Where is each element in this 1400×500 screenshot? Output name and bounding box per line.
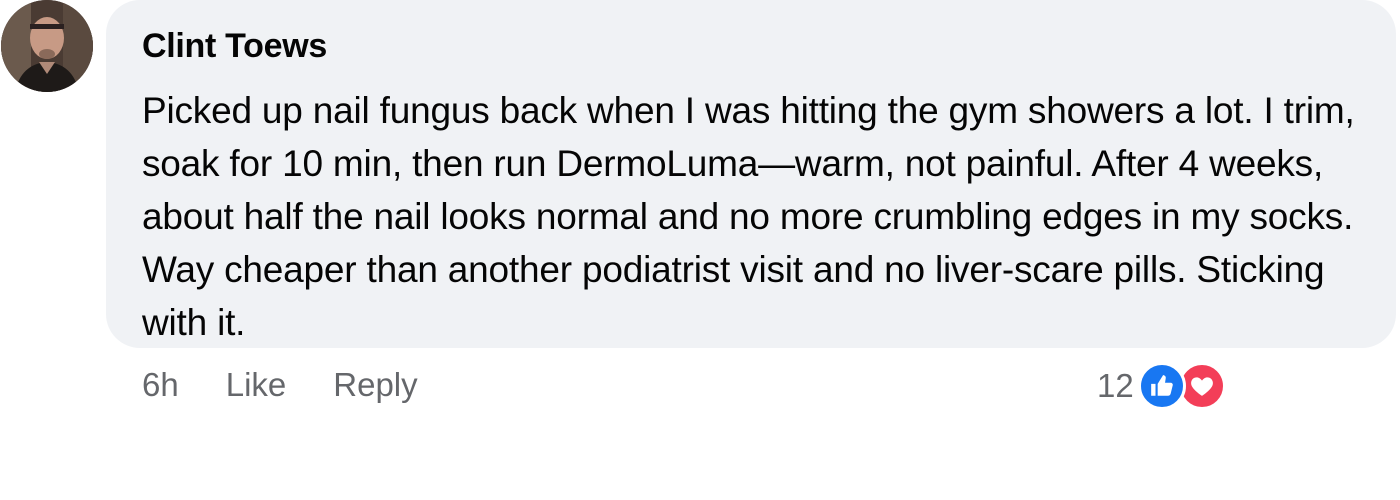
comment-actions: 6h Like Reply bbox=[142, 362, 465, 408]
author-name[interactable]: Clint Toews bbox=[142, 26, 1366, 66]
comment-bubble: Clint Toews Picked up nail fungus back w… bbox=[106, 0, 1396, 348]
like-icon bbox=[1137, 362, 1186, 410]
reaction-count: 12 bbox=[1097, 367, 1134, 404]
avatar-image bbox=[1, 0, 93, 92]
comment: Clint Toews Picked up nail fungus back w… bbox=[0, 0, 1400, 500]
reaction-summary[interactable]: 12 bbox=[1097, 360, 1226, 412]
avatar[interactable] bbox=[1, 0, 93, 92]
comment-text: Picked up nail fungus back when I was hi… bbox=[142, 90, 1355, 343]
like-button[interactable]: Like bbox=[226, 366, 287, 404]
reply-button[interactable]: Reply bbox=[333, 366, 417, 404]
timestamp[interactable]: 6h bbox=[142, 366, 179, 404]
